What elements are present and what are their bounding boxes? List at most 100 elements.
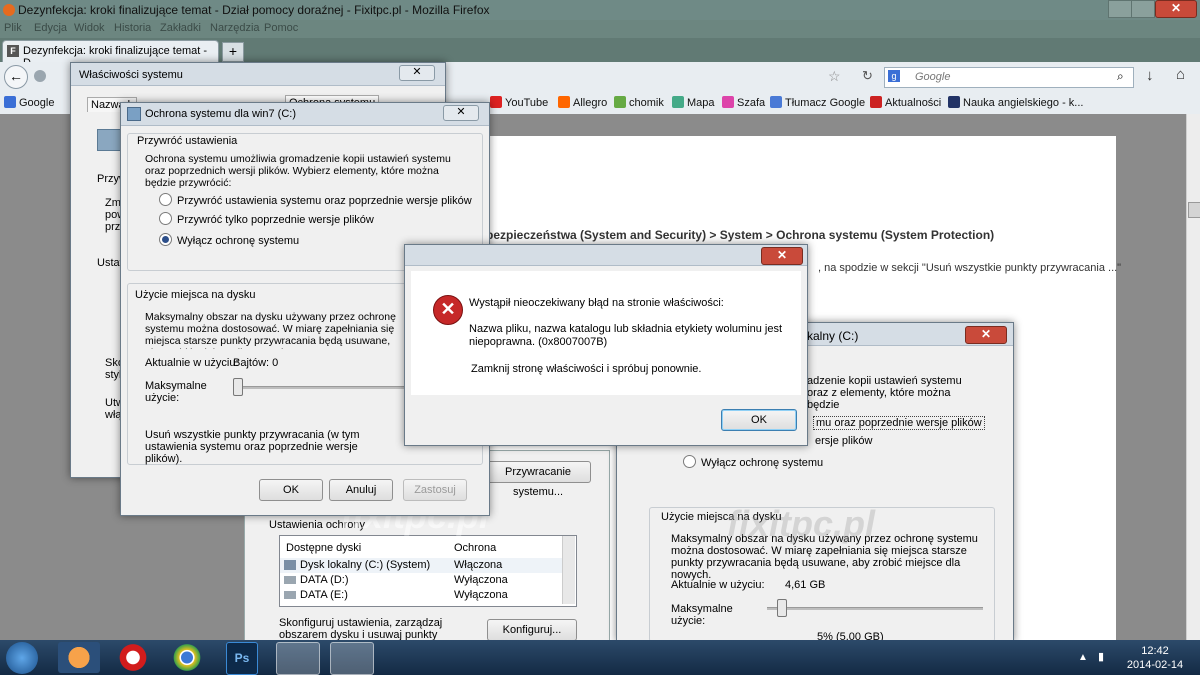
menu-historia[interactable]: Historia bbox=[114, 22, 151, 34]
protection-title: Ochrona systemu dla win7 (C:) bbox=[145, 108, 296, 120]
error-ok-button[interactable]: OK bbox=[721, 409, 797, 431]
right-slider-track[interactable] bbox=[767, 607, 983, 610]
network-icon[interactable]: ▮ bbox=[1098, 650, 1104, 663]
protection-close-button[interactable]: ✕ bbox=[443, 105, 479, 121]
maximize-button[interactable] bbox=[1131, 0, 1155, 18]
star-icon[interactable]: ☆ bbox=[828, 68, 841, 85]
radio-icon bbox=[683, 455, 696, 468]
chrome-taskbar-icon[interactable] bbox=[166, 642, 208, 673]
row-disk: DATA (E:) bbox=[300, 589, 348, 601]
right-max-label: Maksymalne użycie: bbox=[671, 603, 733, 627]
menu-bar: Plik Edycja Widok Historia Zakładki Narz… bbox=[0, 20, 1200, 38]
option-label: Przywróć tylko poprzednie wersje plików bbox=[177, 214, 374, 226]
table-row[interactable]: Dysk lokalny (C:) (System) Włączona bbox=[280, 558, 562, 573]
table-row[interactable]: DATA (E:) Wyłączona bbox=[280, 588, 562, 603]
bookmark-nauka[interactable]: Nauka angielskiego - k... bbox=[948, 96, 1083, 109]
page-heading: bezpieczeństwa (System and Security) > S… bbox=[486, 228, 995, 242]
list-scrollbar[interactable] bbox=[562, 536, 575, 604]
tab-favicon-icon: F bbox=[7, 45, 19, 57]
menu-widok[interactable]: Widok bbox=[74, 22, 105, 34]
bookmark-szafa[interactable]: Szafa bbox=[722, 96, 765, 109]
menu-pomoc[interactable]: Pomoc bbox=[264, 22, 298, 34]
menu-edycja[interactable]: Edycja bbox=[34, 22, 67, 34]
page-line: , na spodzie w sekcji "Usuń wszystkie pu… bbox=[818, 262, 1122, 274]
delete-description: Usuń wszystkie punkty przywracania (w ty… bbox=[145, 429, 360, 465]
google-icon: g bbox=[888, 70, 900, 82]
right-dialog-close-button[interactable]: ✕ bbox=[965, 326, 1007, 344]
row-status: Włączona bbox=[454, 559, 503, 571]
bookmark-google[interactable]: Google bbox=[4, 96, 54, 109]
clock-time: 12:42 bbox=[1141, 645, 1169, 657]
ok-button[interactable]: OK bbox=[259, 479, 323, 501]
system-restore-button[interactable]: Przywracanie systemu... bbox=[485, 461, 591, 498]
firefox-taskbar-icon[interactable] bbox=[58, 642, 100, 673]
apply-button[interactable]: Zastosuj bbox=[403, 479, 467, 501]
cancel-button[interactable]: Anuluj bbox=[329, 479, 393, 501]
max-usage-slider-thumb[interactable] bbox=[233, 378, 243, 396]
control-panel-taskbar-icon[interactable] bbox=[276, 642, 320, 675]
home-icon[interactable]: ⌂ bbox=[1176, 66, 1185, 83]
bookmark-allegro[interactable]: Allegro bbox=[558, 96, 607, 109]
reload-icon[interactable]: ↻ bbox=[862, 68, 873, 84]
bookmark-youtube[interactable]: YouTube bbox=[490, 96, 548, 109]
option-label: Przywróć ustawienia systemu oraz poprzed… bbox=[177, 195, 472, 207]
bookmark-aktualnosci[interactable]: Aktualności bbox=[870, 96, 941, 109]
error-dialog: ✕ ✕ Wystąpił nieoczekiwany błąd na stron… bbox=[404, 244, 808, 446]
option-restore-files[interactable]: Przywróć tylko poprzednie wersje plików bbox=[159, 212, 374, 226]
system-taskbar-icon[interactable] bbox=[330, 642, 374, 675]
photoshop-taskbar-icon[interactable]: Ps bbox=[226, 642, 258, 675]
search-placeholder: Google bbox=[915, 71, 951, 83]
close-window-button[interactable]: ✕ bbox=[1155, 0, 1197, 18]
search-input[interactable]: g Google ⌕ bbox=[884, 67, 1134, 88]
clock[interactable]: 12:42 2014-02-14 bbox=[1120, 644, 1190, 672]
menu-zakladki[interactable]: Zakładki bbox=[160, 22, 201, 34]
table-row[interactable]: DATA (D:) Wyłączona bbox=[280, 573, 562, 588]
error-message-1: Wystąpił nieoczekiwany błąd na stronie w… bbox=[469, 297, 724, 309]
current-usage-value: Bajtów: 0 bbox=[233, 357, 279, 369]
minimize-button[interactable] bbox=[1108, 0, 1132, 18]
bookmark-chomik[interactable]: chomik bbox=[614, 96, 664, 109]
new-tab-button[interactable]: + bbox=[222, 42, 244, 62]
option-label: Wyłącz ochronę systemu bbox=[701, 457, 824, 469]
menu-plik[interactable]: Plik bbox=[4, 22, 22, 34]
tray-arrow-icon[interactable]: ▲ bbox=[1078, 652, 1088, 663]
bookmark-tlumacz[interactable]: Tłumacz Google bbox=[770, 96, 865, 109]
start-button-icon[interactable] bbox=[6, 642, 38, 674]
browser-tab[interactable]: F Dezynfekcja: kroki finalizujące temat … bbox=[2, 40, 219, 69]
right-dialog-option2[interactable]: ersje plików bbox=[815, 435, 872, 447]
opera-taskbar-icon[interactable] bbox=[112, 642, 154, 673]
option-disable-protection[interactable]: Wyłącz ochronę systemu bbox=[159, 233, 299, 247]
error-close-button[interactable]: ✕ bbox=[761, 247, 803, 265]
right-current-label: Aktualnie w użyciu: bbox=[671, 579, 765, 591]
window-title: Dezynfekcja: kroki finalizujące temat - … bbox=[18, 3, 490, 17]
max-usage-slider-track[interactable] bbox=[233, 386, 405, 389]
right-current-value: 4,61 GB bbox=[785, 579, 826, 591]
right-slider-thumb[interactable] bbox=[777, 599, 788, 617]
protection-icon bbox=[127, 107, 141, 121]
sysprops-caption: Właściwości systemu ✕ bbox=[71, 63, 445, 86]
scroll-thumb[interactable] bbox=[1188, 202, 1200, 218]
drives-list[interactable]: Dostępne dyski Ochrona Dysk lokalny (C:)… bbox=[279, 535, 577, 607]
drive-icon bbox=[284, 591, 296, 599]
option-restore-all[interactable]: Przywróć ustawienia systemu oraz poprzed… bbox=[159, 193, 472, 207]
column-header-protection[interactable]: Ochrona bbox=[454, 542, 496, 554]
configure-button[interactable]: Konfiguruj... bbox=[487, 619, 577, 641]
download-icon[interactable]: ↓ bbox=[1146, 67, 1154, 84]
search-icon[interactable]: ⌕ bbox=[1117, 69, 1124, 84]
row-disk: Dysk lokalny (C:) (System) bbox=[300, 559, 431, 571]
bookmark-mapa[interactable]: Mapa bbox=[672, 96, 715, 109]
error-icon: ✕ bbox=[433, 295, 463, 325]
globe-icon bbox=[34, 70, 46, 82]
disk-group-label: Użycie miejsca na dysku bbox=[135, 289, 256, 301]
protection-caption: Ochrona systemu dla win7 (C:) ✕ bbox=[121, 103, 489, 126]
sysprops-close-button[interactable]: ✕ bbox=[399, 65, 435, 81]
right-dialog-option3[interactable]: Wyłącz ochronę systemu bbox=[683, 455, 823, 469]
column-header-drives[interactable]: Dostępne dyski bbox=[286, 542, 361, 554]
error-message-2: Nazwa pliku, nazwa katalogu lub składnia… bbox=[469, 323, 783, 348]
radio-icon bbox=[159, 212, 172, 225]
error-caption: ✕ bbox=[405, 245, 807, 266]
back-button-icon[interactable]: ← bbox=[4, 65, 28, 89]
page-scrollbar[interactable] bbox=[1186, 114, 1200, 640]
right-dialog-option1[interactable]: mu oraz poprzednie wersje plików bbox=[813, 416, 985, 430]
menu-narzedzia[interactable]: Narzędzia bbox=[210, 22, 260, 34]
